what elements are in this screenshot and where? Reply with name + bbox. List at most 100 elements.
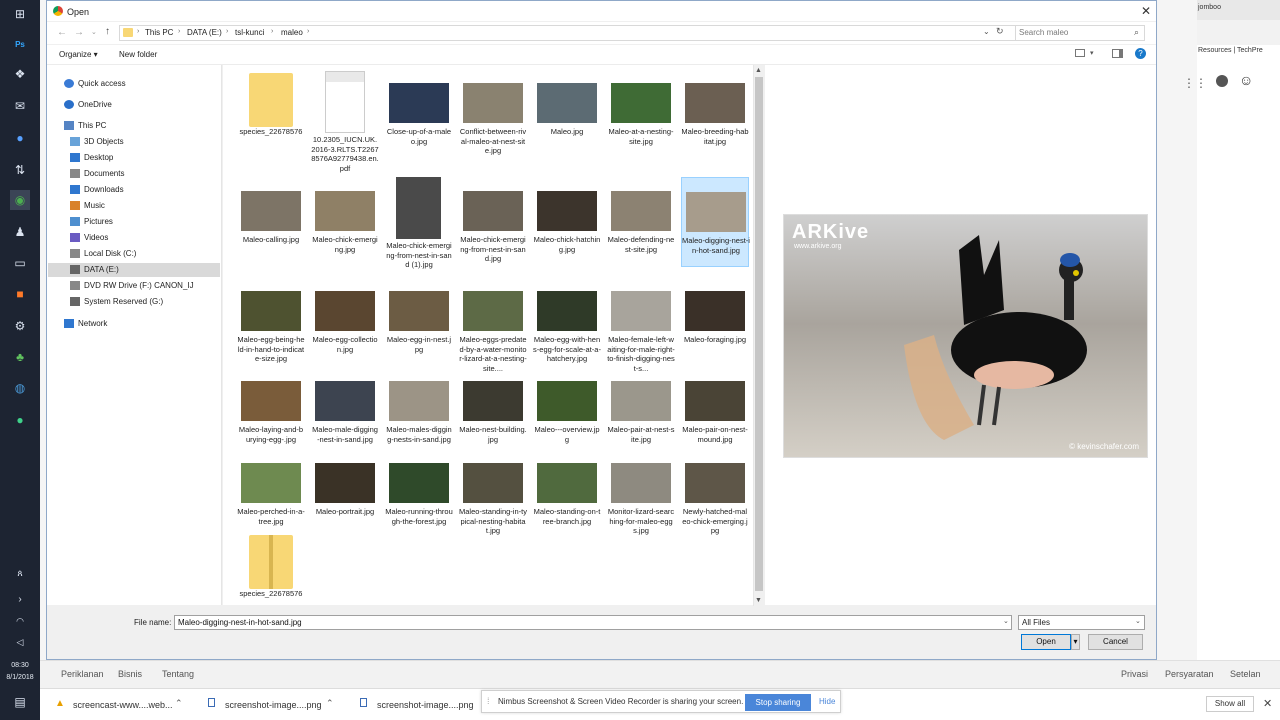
- download-item-screenshot-1[interactable]: screenshot-image....png: [225, 700, 322, 710]
- scroll-up-icon[interactable]: ▲: [755, 67, 762, 74]
- file-type-select[interactable]: All Files: [1018, 615, 1145, 630]
- nav-item-this-pc[interactable]: This PC: [48, 119, 220, 133]
- file-item[interactable]: Maleo-standing-on-tree-branch.jpg: [533, 449, 601, 539]
- nav-item-system-reserved-g[interactable]: System Reserved (G:): [48, 295, 220, 309]
- file-item[interactable]: Maleo.jpg: [533, 69, 601, 173]
- file-item[interactable]: Maleo-eggs-predated-by-a-water-monitor-l…: [459, 277, 527, 373]
- nav-item-network[interactable]: Network: [48, 317, 220, 331]
- file-item[interactable]: Maleo-standing-in-typical-nesting-habita…: [459, 449, 527, 539]
- file-item[interactable]: Maleo-foraging.jpg: [681, 277, 749, 369]
- file-item[interactable]: Maleo-laying-and-burying-egg-.jpg: [237, 367, 305, 457]
- up-arrow-icon[interactable]: ↑: [105, 26, 110, 37]
- breadcrumb-this-pc[interactable]: This PC: [145, 28, 173, 37]
- file-item[interactable]: Maleo-female-left-waiting-for-male-right…: [607, 277, 675, 373]
- chevron-down-icon[interactable]: ⌄: [983, 27, 990, 36]
- file-item[interactable]: Maleo-chick-emerging-from-nest-in-sand (…: [385, 177, 453, 269]
- people-icon[interactable]: ጰ: [10, 563, 30, 583]
- scrollbar-thumb[interactable]: [755, 77, 763, 591]
- chevron-down-icon[interactable]: ⌄: [1135, 617, 1141, 625]
- file-item[interactable]: Maleo-breeding-habitat.jpg: [681, 69, 749, 173]
- file-item[interactable]: Maleo-calling.jpg: [237, 177, 305, 267]
- file-item[interactable]: Maleo-egg-in-nest.jpg: [385, 277, 453, 369]
- nav-item-desktop[interactable]: Desktop: [48, 151, 220, 165]
- show-all-button[interactable]: Show all: [1206, 696, 1254, 712]
- search-icon[interactable]: ⌕: [1134, 27, 1139, 38]
- back-arrow-icon[interactable]: ←: [57, 27, 67, 38]
- close-icon[interactable]: ✕: [1141, 4, 1151, 18]
- chevron-down-icon[interactable]: ▾: [1090, 49, 1094, 57]
- file-item[interactable]: Maleo-egg-being-held-in-hand-to-indicate…: [237, 277, 305, 369]
- footer-link-tentang[interactable]: Tentang: [162, 669, 194, 679]
- apps-grid-icon[interactable]: ⋮⋮: [1183, 76, 1207, 90]
- clover-icon[interactable]: ♣: [10, 347, 30, 367]
- avatar[interactable]: ☺: [1239, 72, 1253, 88]
- chevron-up-icon[interactable]: ⌃: [175, 698, 183, 709]
- file-item[interactable]: Maleo-egg-collection.jpg: [311, 277, 379, 369]
- file-item[interactable]: 10.2305_IUCN.UK.2016-3.RLTS.T22678576A92…: [311, 69, 379, 173]
- file-item[interactable]: Maleo-perched-in-a-tree.jpg: [237, 449, 305, 539]
- file-item[interactable]: Maleo-chick-emerging-from-nest-in-sand.j…: [459, 177, 527, 267]
- clock-date[interactable]: 8/1/2018: [0, 673, 40, 683]
- nav-item-local-disk-c[interactable]: Local Disk (C:): [48, 247, 220, 261]
- organize-button[interactable]: Organize ▾: [59, 50, 98, 59]
- windows-icon[interactable]: ⊞: [10, 4, 30, 24]
- nav-item-dvd-rw-drive-f-canon-ij[interactable]: DVD RW Drive (F:) CANON_IJ: [48, 279, 220, 293]
- breadcrumb-data-e[interactable]: DATA (E:): [187, 28, 222, 37]
- file-item[interactable]: Monitor-lizard-searching-for-maleo-eggs.…: [607, 449, 675, 539]
- file-item[interactable]: Maleo-digging-nest-in-hot-sand.jpg: [681, 177, 750, 267]
- forward-arrow-icon[interactable]: →: [74, 27, 84, 38]
- clock-time[interactable]: 08:30: [0, 661, 40, 671]
- file-item[interactable]: species_22678576: [237, 69, 305, 173]
- file-item[interactable]: Conflict-between-rival-maleo-at-nest-sit…: [459, 69, 527, 173]
- download-item-screenshot-2[interactable]: screenshot-image....png: [377, 700, 474, 710]
- dropbox-icon[interactable]: ❖: [10, 64, 30, 84]
- file-name-input[interactable]: Maleo-digging-nest-in-hot-sand.jpg: [174, 615, 1012, 630]
- scroll-down-icon[interactable]: ▼: [755, 597, 762, 604]
- file-item[interactable]: Newly-hatched-maleo-chick-emerging.jpg: [681, 449, 749, 539]
- file-item[interactable]: Maleo-males-digging-nests-in-sand.jpg: [385, 367, 453, 457]
- file-item[interactable]: Maleo-pair-on-nest-mound.jpg: [681, 367, 749, 457]
- photoshop-icon[interactable]: Ps: [10, 34, 30, 54]
- nav-item-videos[interactable]: Videos: [48, 231, 220, 245]
- chevron-down-icon[interactable]: ⌄: [91, 28, 97, 36]
- nav-item-music[interactable]: Music: [48, 199, 220, 213]
- chrome-icon[interactable]: ◉: [10, 190, 30, 210]
- view-options-icon[interactable]: [1075, 49, 1085, 57]
- file-item[interactable]: Maleo-chick-emerging.jpg: [311, 177, 379, 267]
- nav-item-documents[interactable]: Documents: [48, 167, 220, 181]
- chevron-down-icon[interactable]: ⌄: [1003, 617, 1009, 625]
- gear-icon[interactable]: ⚙: [10, 316, 30, 336]
- breadcrumb-maleo[interactable]: maleo: [281, 28, 303, 37]
- file-item[interactable]: Maleo-defending-nest-site.jpg: [607, 177, 675, 267]
- chevron-up-icon[interactable]: ⌃: [326, 698, 334, 709]
- file-item[interactable]: Maleo-pair-at-nest-site.jpg: [607, 367, 675, 457]
- green-icon[interactable]: ●: [10, 410, 30, 430]
- nav-item-3d-objects[interactable]: 3D Objects: [48, 135, 220, 149]
- help-icon[interactable]: ?: [1135, 48, 1146, 59]
- refresh-icon[interactable]: ↻: [996, 26, 1004, 37]
- file-item[interactable]: Maleo-chick-hatching.jpg: [533, 177, 601, 267]
- nav-item-quick-access[interactable]: Quick access: [48, 77, 220, 91]
- close-icon[interactable]: ✕: [1263, 697, 1272, 710]
- file-item[interactable]: Close-up-of-a-maleo.jpg: [385, 69, 453, 173]
- cancel-button[interactable]: Cancel: [1088, 634, 1143, 650]
- browser-tab-label[interactable]: jomboo: [1198, 4, 1221, 11]
- notification-icon[interactable]: ▤: [10, 692, 30, 712]
- file-item[interactable]: Maleo-portrait.jpg: [311, 449, 379, 539]
- file-item[interactable]: Maleo-egg-with-hens-egg-for-scale-at-a-h…: [533, 277, 601, 369]
- footer-link-persyaratan[interactable]: Persyaratan: [1165, 669, 1214, 679]
- breadcrumb-tsl-kunci[interactable]: tsl-kunci: [235, 28, 264, 37]
- footer-link-privasi[interactable]: Privasi: [1121, 669, 1148, 679]
- new-folder-button[interactable]: New folder: [119, 50, 157, 59]
- open-options-button[interactable]: ▾: [1071, 634, 1080, 650]
- footer-link-bisnis[interactable]: Bisnis: [118, 669, 142, 679]
- mail-icon[interactable]: ✉: [10, 96, 30, 116]
- open-button[interactable]: Open: [1021, 634, 1071, 650]
- preview-pane-icon[interactable]: [1112, 49, 1123, 58]
- user-icon[interactable]: ♟: [10, 222, 30, 242]
- download-item-screencast[interactable]: screencast-www....web...: [73, 700, 173, 710]
- nav-item-downloads[interactable]: Downloads: [48, 183, 220, 197]
- chevron-right-icon[interactable]: ›: [10, 589, 30, 609]
- drag-handle-icon[interactable]: ⁞: [487, 696, 490, 706]
- steam-icon[interactable]: ◍: [10, 378, 30, 398]
